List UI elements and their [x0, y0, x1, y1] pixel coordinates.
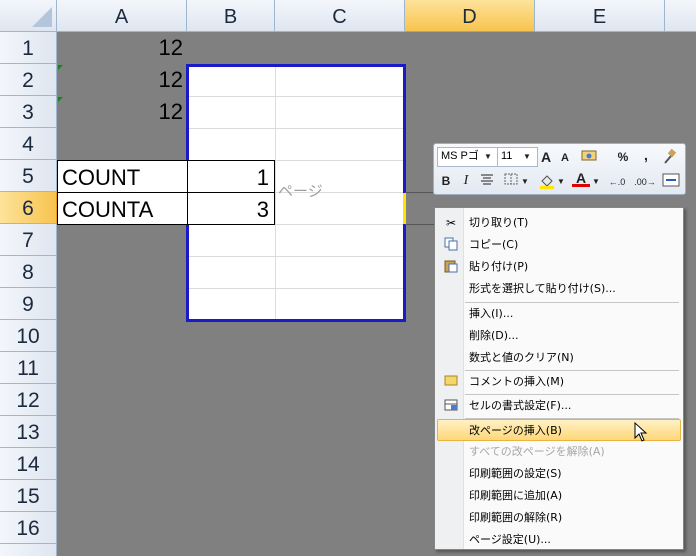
accounting-format-icon[interactable]: [579, 148, 601, 166]
font-color-dropdown-icon[interactable]: ▼: [591, 173, 601, 191]
borders-dropdown-icon[interactable]: ▼: [520, 173, 530, 191]
cell-a1[interactable]: 12: [57, 32, 183, 64]
cell-b5[interactable]: 1: [187, 162, 269, 194]
mini-toolbar: MS Pゴ ▼ 11 ▼ A A % , B I ▼ ▼ A ▼ ←.0 .00…: [433, 143, 686, 195]
menu-item-label: 貼り付け(P): [469, 260, 529, 273]
menu-item-label: 数式と値のクリア(N): [469, 351, 574, 364]
menu-item-label: セルの書式設定(F)...: [469, 399, 572, 412]
menu-item-insert[interactable]: 挿入(I)...: [437, 303, 681, 325]
cell-a6[interactable]: COUNTA: [62, 194, 186, 226]
menu-item-label: ページ設定(U)...: [469, 533, 551, 546]
menu-item-set-print-area[interactable]: 印刷範囲の設定(S): [437, 463, 681, 485]
row-header-11[interactable]: 11: [0, 352, 57, 384]
menu-item-page-setup[interactable]: ページ設定(U)...: [437, 529, 681, 551]
cell-a3[interactable]: 12: [57, 96, 183, 128]
font-color-button[interactable]: A: [572, 169, 590, 187]
grid-line: [189, 256, 403, 257]
menu-item-label: すべての改ページを解除(A): [469, 445, 605, 458]
column-header-c[interactable]: C: [275, 0, 405, 32]
font-name-dropdown-icon[interactable]: ▼: [483, 148, 493, 166]
context-menu: ✂ 切り取り(T) コピー(C) 貼り付け(P) 形式を選択して貼り付け(S).…: [434, 207, 684, 550]
row-header-4[interactable]: 4: [0, 128, 57, 160]
grow-font-button[interactable]: A: [537, 148, 555, 166]
page-break-label: ページ: [278, 182, 323, 200]
cell-a2[interactable]: 12: [57, 64, 183, 96]
row-header-14[interactable]: 14: [0, 448, 57, 480]
menu-item-cut[interactable]: ✂ 切り取り(T): [437, 212, 681, 234]
shrink-font-button[interactable]: A: [556, 149, 574, 167]
italic-button[interactable]: I: [457, 172, 475, 190]
copy-icon: [443, 237, 459, 253]
mouse-cursor-icon: [634, 421, 650, 444]
menu-item-label: 改ページの挿入(B): [469, 424, 562, 437]
cell-b6[interactable]: 3: [187, 194, 269, 226]
column-header-e[interactable]: E: [535, 0, 665, 32]
cell-a5[interactable]: COUNT: [62, 162, 186, 194]
menu-item-format-cells[interactable]: セルの書式設定(F)...: [437, 395, 681, 417]
grid-line: [275, 67, 276, 319]
row-header-12[interactable]: 12: [0, 384, 57, 416]
row-header-5[interactable]: 5: [0, 160, 57, 192]
column-header-d[interactable]: D: [405, 0, 535, 32]
menu-item-label: コメントの挿入(M): [469, 375, 565, 388]
row-header-15[interactable]: 15: [0, 480, 57, 512]
menu-item-label: 印刷範囲に追加(A): [469, 489, 563, 502]
menu-item-label: コピー(C): [469, 238, 519, 251]
grid-line: [189, 96, 403, 97]
paste-icon: [443, 259, 459, 275]
grid-line: [189, 288, 403, 289]
bold-button[interactable]: B: [437, 172, 455, 190]
row-header-13[interactable]: 13: [0, 416, 57, 448]
column-header-b[interactable]: B: [187, 0, 275, 32]
row-header-17-partial[interactable]: [0, 544, 57, 556]
row-header-10[interactable]: 10: [0, 320, 57, 352]
row-header-9[interactable]: 9: [0, 288, 57, 320]
menu-item-clear-contents[interactable]: 数式と値のクリア(N): [437, 347, 681, 369]
comment-icon: [443, 374, 459, 390]
row-header-2[interactable]: 2: [0, 64, 57, 96]
row-header-1[interactable]: 1: [0, 32, 57, 64]
select-all-corner[interactable]: [0, 0, 57, 32]
column-header-f-partial[interactable]: [665, 0, 696, 32]
borders-icon[interactable]: [502, 172, 520, 190]
menu-item-label: 切り取り(T): [469, 216, 529, 229]
connector-line: [405, 224, 434, 225]
menu-item-paste[interactable]: 貼り付け(P): [437, 256, 681, 278]
active-cell-marker: [403, 193, 406, 224]
row-header-16[interactable]: 16: [0, 512, 57, 544]
merge-center-icon[interactable]: [662, 172, 680, 190]
format-painter-icon[interactable]: [660, 148, 678, 166]
menu-item-insert-comment[interactable]: コメントの挿入(M): [437, 371, 681, 393]
fill-color-dropdown-icon[interactable]: ▼: [556, 173, 566, 191]
center-align-icon[interactable]: [478, 172, 496, 190]
row-header-3[interactable]: 3: [0, 96, 57, 128]
menu-item-copy[interactable]: コピー(C): [437, 234, 681, 256]
row-header-7[interactable]: 7: [0, 224, 57, 256]
font-size-dropdown-icon[interactable]: ▼: [522, 148, 532, 166]
menu-item-label: 形式を選択して貼り付け(S)...: [469, 282, 616, 295]
menu-item-label: 挿入(I)...: [469, 307, 514, 320]
row-header-8[interactable]: 8: [0, 256, 57, 288]
increase-decimal-button[interactable]: ←.0: [604, 173, 630, 191]
format-cells-icon: [443, 398, 459, 414]
menu-item-label: 印刷範囲の設定(S): [469, 467, 562, 480]
comma-button[interactable]: ,: [637, 146, 655, 164]
menu-item-add-to-print-area[interactable]: 印刷範囲に追加(A): [437, 485, 681, 507]
scissors-icon: ✂: [445, 216, 457, 230]
menu-item-delete[interactable]: 削除(D)...: [437, 325, 681, 347]
decrease-decimal-button[interactable]: .00→: [632, 173, 658, 191]
menu-item-reset-page-breaks: すべての改ページを解除(A): [437, 441, 681, 463]
grid-line: [189, 128, 403, 129]
menu-item-paste-special[interactable]: 形式を選択して貼り付け(S)...: [437, 278, 681, 300]
percent-button[interactable]: %: [614, 148, 632, 166]
connector-line: [405, 192, 434, 193]
select-all-triangle-icon: [32, 7, 52, 27]
row-header-6[interactable]: 6: [0, 192, 57, 224]
fill-color-icon[interactable]: [538, 172, 556, 190]
menu-item-clear-print-area[interactable]: 印刷範囲の解除(R): [437, 507, 681, 529]
column-header-a[interactable]: A: [57, 0, 187, 32]
menu-item-label: 削除(D)...: [469, 329, 519, 342]
menu-item-label: 印刷範囲の解除(R): [469, 511, 563, 524]
